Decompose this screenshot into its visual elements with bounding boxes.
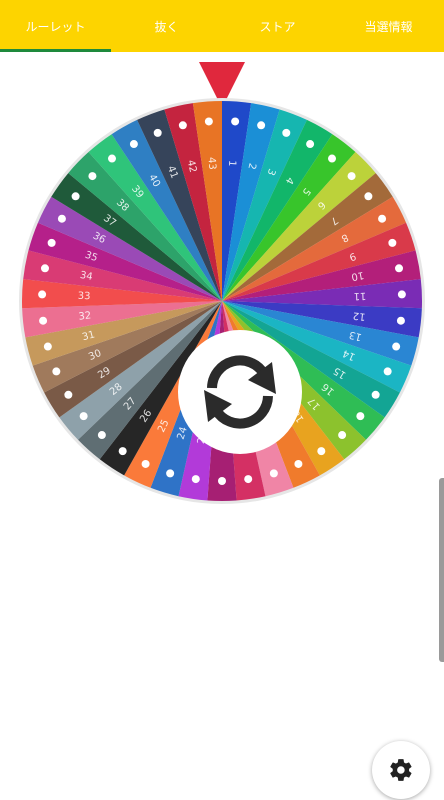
segment-dot <box>282 128 291 137</box>
segment-dot <box>40 264 49 273</box>
segment-dot <box>88 172 97 181</box>
segment-dot <box>43 342 52 351</box>
segment-dot <box>356 412 365 421</box>
segment-dot <box>204 117 213 126</box>
edge-scroll-handle[interactable] <box>439 478 444 662</box>
segment-dot <box>397 290 406 299</box>
segment-dot <box>269 469 278 478</box>
segment-dot <box>129 140 138 149</box>
segment-dot <box>306 140 315 149</box>
segment-dot <box>294 459 303 468</box>
segment-dot <box>257 121 266 130</box>
segment-dot <box>338 431 347 440</box>
segment-label: 10 <box>350 269 365 282</box>
segment-dot <box>64 390 73 399</box>
segment-dot <box>395 264 404 273</box>
roulette-wheel[interactable]: 1234567891011121314151617181920212223242… <box>18 97 426 505</box>
segment-dot <box>52 367 61 376</box>
segment-dot <box>396 316 405 325</box>
segment-dot <box>392 342 401 351</box>
segment-dot <box>244 475 253 484</box>
segment-dot <box>39 316 48 325</box>
segment-dot <box>231 117 240 126</box>
gear-icon <box>390 759 412 781</box>
segment-dot <box>364 192 373 201</box>
segment-dot <box>178 121 187 130</box>
segment-label: 33 <box>78 291 91 302</box>
segment-dot <box>107 154 116 163</box>
segment-label: 1 <box>226 160 237 167</box>
segment-label: 34 <box>79 270 94 283</box>
segment-dot <box>153 128 162 137</box>
segment-dot <box>218 477 226 485</box>
segment-dot <box>328 154 337 163</box>
segment-dot <box>141 459 150 468</box>
segment-dot <box>47 238 56 247</box>
segment-dot <box>383 367 392 376</box>
segment-dot <box>166 469 175 478</box>
segment-dot <box>71 192 80 201</box>
tab-roulette[interactable]: ルーレット <box>0 0 111 52</box>
segment-dot <box>371 390 380 399</box>
segment-dot <box>79 412 88 421</box>
segment-label: 12 <box>352 309 366 321</box>
segment-dot <box>118 447 127 456</box>
segment-dot <box>97 431 106 440</box>
tab-bar: ルーレット 抜く ストア 当選情報 <box>0 0 444 52</box>
segment-label: 11 <box>353 290 366 301</box>
segment-dot <box>378 214 387 223</box>
segment-label: 32 <box>78 310 92 322</box>
segment-dot <box>347 172 356 181</box>
segment-label: 43 <box>205 157 217 171</box>
refresh-arrows-icon <box>204 355 276 429</box>
segment-dot <box>388 238 397 247</box>
segment-dot <box>57 214 66 223</box>
segment-dot <box>38 290 47 299</box>
tab-winner-info[interactable]: 当選情報 <box>333 0 444 52</box>
segment-dot <box>191 475 200 484</box>
settings-button[interactable] <box>372 741 430 799</box>
tab-store[interactable]: ストア <box>222 0 333 52</box>
spin-button[interactable] <box>178 330 302 454</box>
segment-dot <box>317 447 326 456</box>
tab-draw[interactable]: 抜く <box>111 0 222 52</box>
